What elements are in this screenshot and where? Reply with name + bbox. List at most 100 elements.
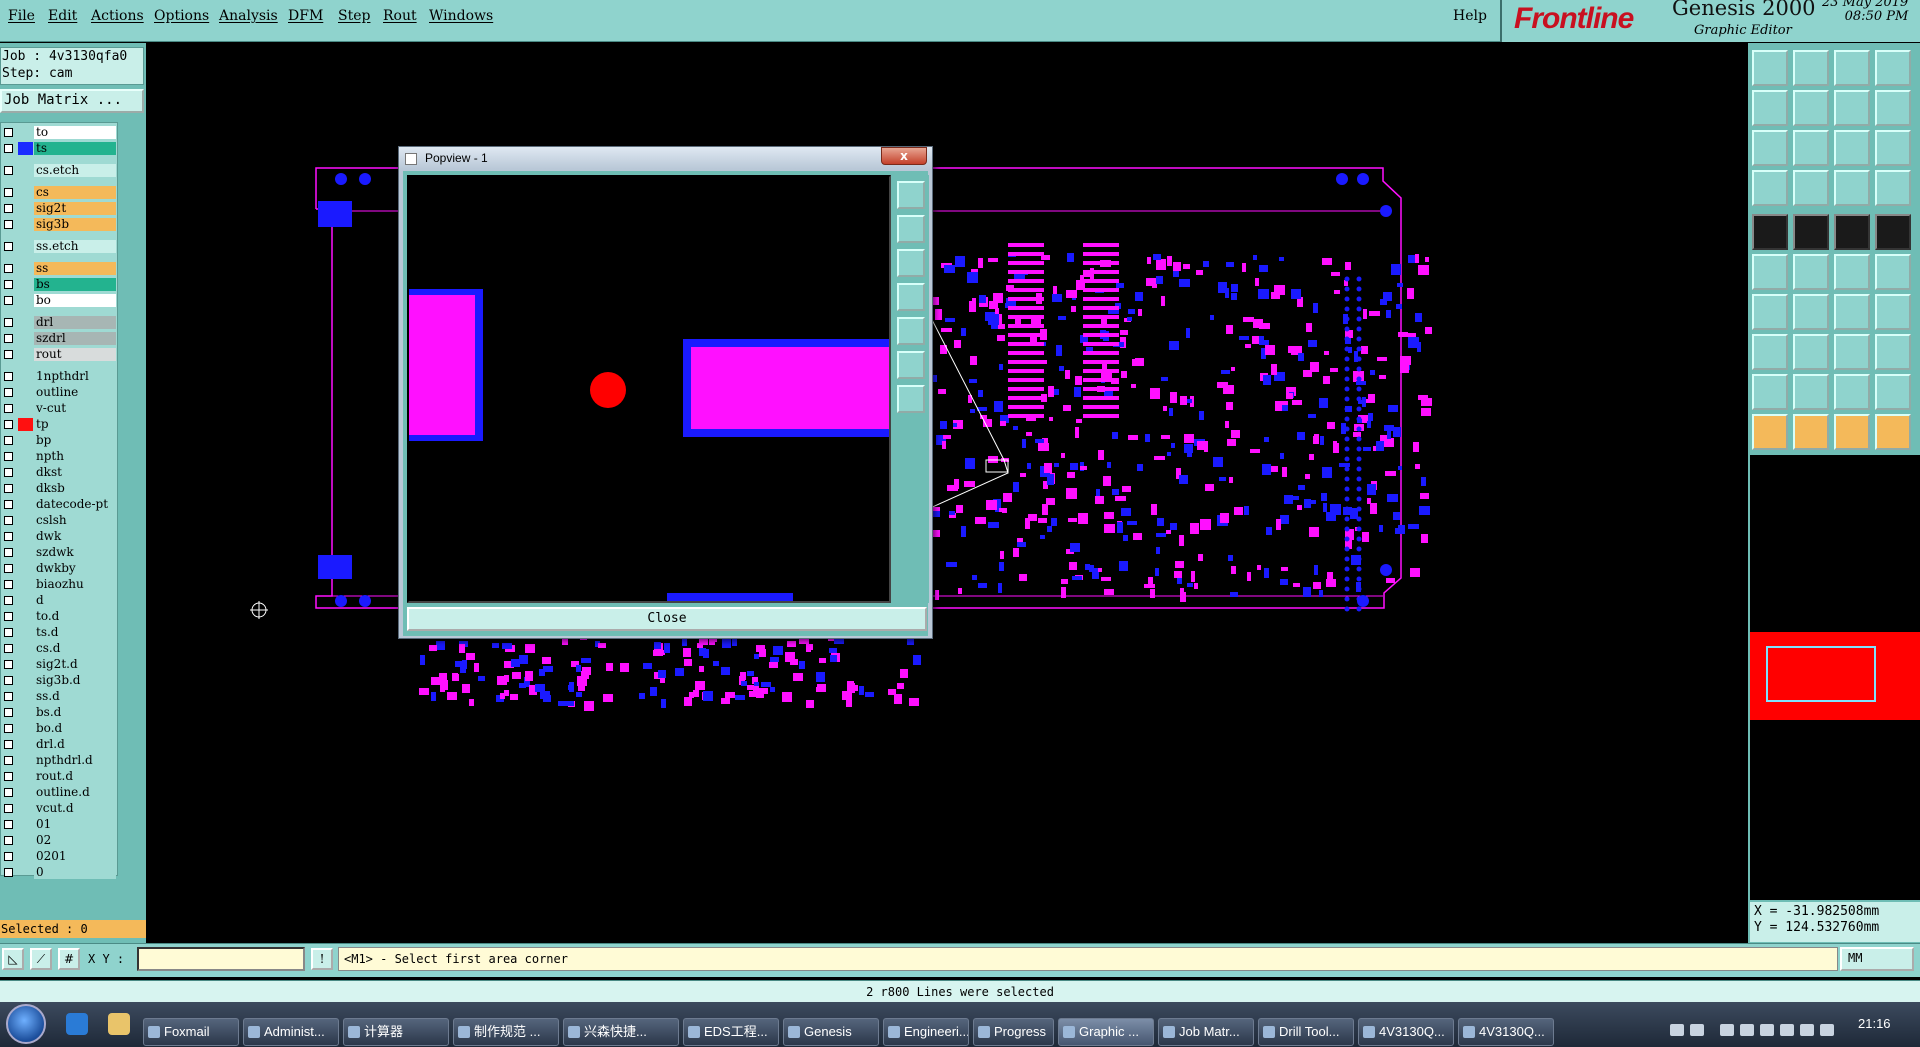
taskbar-item[interactable]: 4V3130Q... bbox=[1358, 1018, 1454, 1046]
layer-checkbox[interactable] bbox=[4, 220, 13, 229]
ie-icon[interactable] bbox=[66, 1013, 88, 1035]
menu-dfm[interactable]: DFM bbox=[288, 8, 323, 24]
link-icon[interactable] bbox=[1875, 254, 1911, 290]
pan-up-icon[interactable] bbox=[897, 215, 925, 243]
scale-icon[interactable] bbox=[1834, 130, 1870, 166]
units-selector[interactable]: MM bbox=[1840, 947, 1914, 971]
layer-row-ss.etch[interactable]: ss.etch bbox=[1, 239, 117, 254]
layer-row-bo[interactable]: bo bbox=[1, 293, 117, 308]
group-icon[interactable] bbox=[1875, 334, 1911, 370]
layer-label[interactable]: bp bbox=[34, 434, 116, 447]
layer-label[interactable]: rout.d bbox=[34, 770, 116, 783]
layer-row-to[interactable]: to bbox=[1, 125, 117, 140]
layer-color-swatch[interactable] bbox=[18, 770, 33, 783]
xy-input[interactable] bbox=[137, 947, 305, 971]
network-icon[interactable] bbox=[1720, 1024, 1734, 1036]
ff-icon[interactable] bbox=[1875, 294, 1911, 330]
layer-checkbox[interactable] bbox=[4, 388, 13, 397]
connect-icon[interactable] bbox=[1752, 254, 1788, 290]
layer-color-swatch[interactable] bbox=[18, 418, 33, 431]
layer-row-rout.d[interactable]: rout.d bbox=[1, 769, 117, 784]
cross-icon[interactable] bbox=[1793, 254, 1829, 290]
layer-label[interactable]: ss.d bbox=[34, 690, 116, 703]
layer-checkbox[interactable] bbox=[4, 804, 13, 813]
layer-checkbox[interactable] bbox=[4, 820, 13, 829]
layer-row-dkst[interactable]: dkst bbox=[1, 465, 117, 480]
triangle3-icon[interactable] bbox=[1834, 374, 1870, 410]
layer-checkbox[interactable] bbox=[4, 596, 13, 605]
menu-rout[interactable]: Rout bbox=[383, 8, 417, 24]
taskbar-item[interactable]: Job Matr... bbox=[1158, 1018, 1254, 1046]
pan-right-icon[interactable] bbox=[897, 317, 925, 345]
pan-left-icon[interactable] bbox=[897, 283, 925, 311]
layer-row-npth[interactable]: npth bbox=[1, 449, 117, 464]
menu-help[interactable]: Help bbox=[1453, 8, 1487, 24]
menu-step[interactable]: Step bbox=[338, 8, 370, 24]
layer-color-swatch[interactable] bbox=[18, 562, 33, 575]
layer-color-swatch[interactable] bbox=[18, 658, 33, 671]
layer-checkbox[interactable] bbox=[4, 772, 13, 781]
layer-color-swatch[interactable] bbox=[18, 578, 33, 591]
layer-label[interactable]: sig2t bbox=[34, 202, 116, 215]
layer-color-swatch[interactable] bbox=[18, 262, 33, 275]
layer-color-swatch[interactable] bbox=[18, 834, 33, 847]
layer-checkbox[interactable] bbox=[4, 564, 13, 573]
layer-checkbox[interactable] bbox=[4, 242, 13, 251]
pad-icon[interactable] bbox=[1875, 214, 1911, 250]
layer-color-swatch[interactable] bbox=[18, 434, 33, 447]
help-tray-icon[interactable] bbox=[1690, 1024, 1704, 1036]
layer-color-swatch[interactable] bbox=[18, 674, 33, 687]
select-icon[interactable] bbox=[1752, 214, 1788, 250]
layer-label[interactable]: szdrl bbox=[34, 332, 116, 345]
flag-icon[interactable] bbox=[1740, 1024, 1754, 1036]
layer-row-szdwk[interactable]: szdwk bbox=[1, 545, 117, 560]
monitor-icon[interactable] bbox=[1780, 1024, 1794, 1036]
layer-row-ss.d[interactable]: ss.d bbox=[1, 689, 117, 704]
zoom-home-icon[interactable] bbox=[1793, 130, 1829, 166]
layer-row-drl[interactable]: drl bbox=[1, 315, 117, 330]
layer-checkbox[interactable] bbox=[4, 436, 13, 445]
layer-label[interactable]: datecode-pt bbox=[34, 498, 116, 511]
menu-windows[interactable]: Windows bbox=[429, 8, 493, 24]
save-icon[interactable] bbox=[1793, 50, 1829, 86]
layout-icon[interactable] bbox=[1875, 50, 1911, 86]
layer-checkbox[interactable] bbox=[4, 612, 13, 621]
layer-label[interactable]: szdwk bbox=[34, 546, 116, 559]
layer-checkbox[interactable] bbox=[4, 676, 13, 685]
layer-checkbox[interactable] bbox=[4, 296, 13, 305]
house-icon[interactable] bbox=[1834, 50, 1870, 86]
layer-row-sig2t[interactable]: sig2t bbox=[1, 201, 117, 216]
layer-row-1npthdrl[interactable]: 1npthdrl bbox=[1, 369, 117, 384]
start-button[interactable] bbox=[6, 1004, 46, 1044]
layer-checkbox[interactable] bbox=[4, 420, 13, 429]
layer-row-bo.d[interactable]: bo.d bbox=[1, 721, 117, 736]
close-button[interactable]: Close bbox=[407, 607, 927, 631]
layer-checkbox[interactable] bbox=[4, 788, 13, 797]
info-icon[interactable]: ! bbox=[311, 948, 333, 970]
layer-label[interactable]: drl bbox=[34, 316, 116, 329]
layer-label[interactable]: ss.etch bbox=[34, 240, 116, 253]
grid-icon[interactable]: # bbox=[58, 948, 80, 970]
layer-checkbox[interactable] bbox=[4, 628, 13, 637]
layer-row-cs[interactable]: cs bbox=[1, 185, 117, 200]
pointer-icon[interactable] bbox=[1752, 414, 1788, 450]
layer-row-sig3b.d[interactable]: sig3b.d bbox=[1, 673, 117, 688]
layer-row-outline.d[interactable]: outline.d bbox=[1, 785, 117, 800]
layer-row-cslsh[interactable]: cslsh bbox=[1, 513, 117, 528]
pointer3-icon[interactable] bbox=[1834, 414, 1870, 450]
line-icon[interactable] bbox=[1793, 214, 1829, 250]
help-icon[interactable] bbox=[1875, 130, 1911, 166]
layer-checkbox[interactable] bbox=[4, 852, 13, 861]
taskbar-item[interactable]: Administ... bbox=[243, 1018, 339, 1046]
layer-color-swatch[interactable] bbox=[18, 466, 33, 479]
layer-row-datecode-pt[interactable]: datecode-pt bbox=[1, 497, 117, 512]
triangle2-icon[interactable] bbox=[1793, 374, 1829, 410]
layer-row-szdrl[interactable]: szdrl bbox=[1, 331, 117, 346]
layer-color-swatch[interactable] bbox=[18, 348, 33, 361]
node-icon[interactable] bbox=[1834, 254, 1870, 290]
layer-row-drl.d[interactable]: drl.d bbox=[1, 737, 117, 752]
layer-color-swatch[interactable] bbox=[18, 818, 33, 831]
slash-icon[interactable] bbox=[1793, 294, 1829, 330]
layer-color-swatch[interactable] bbox=[18, 450, 33, 463]
angle-icon[interactable] bbox=[1752, 294, 1788, 330]
